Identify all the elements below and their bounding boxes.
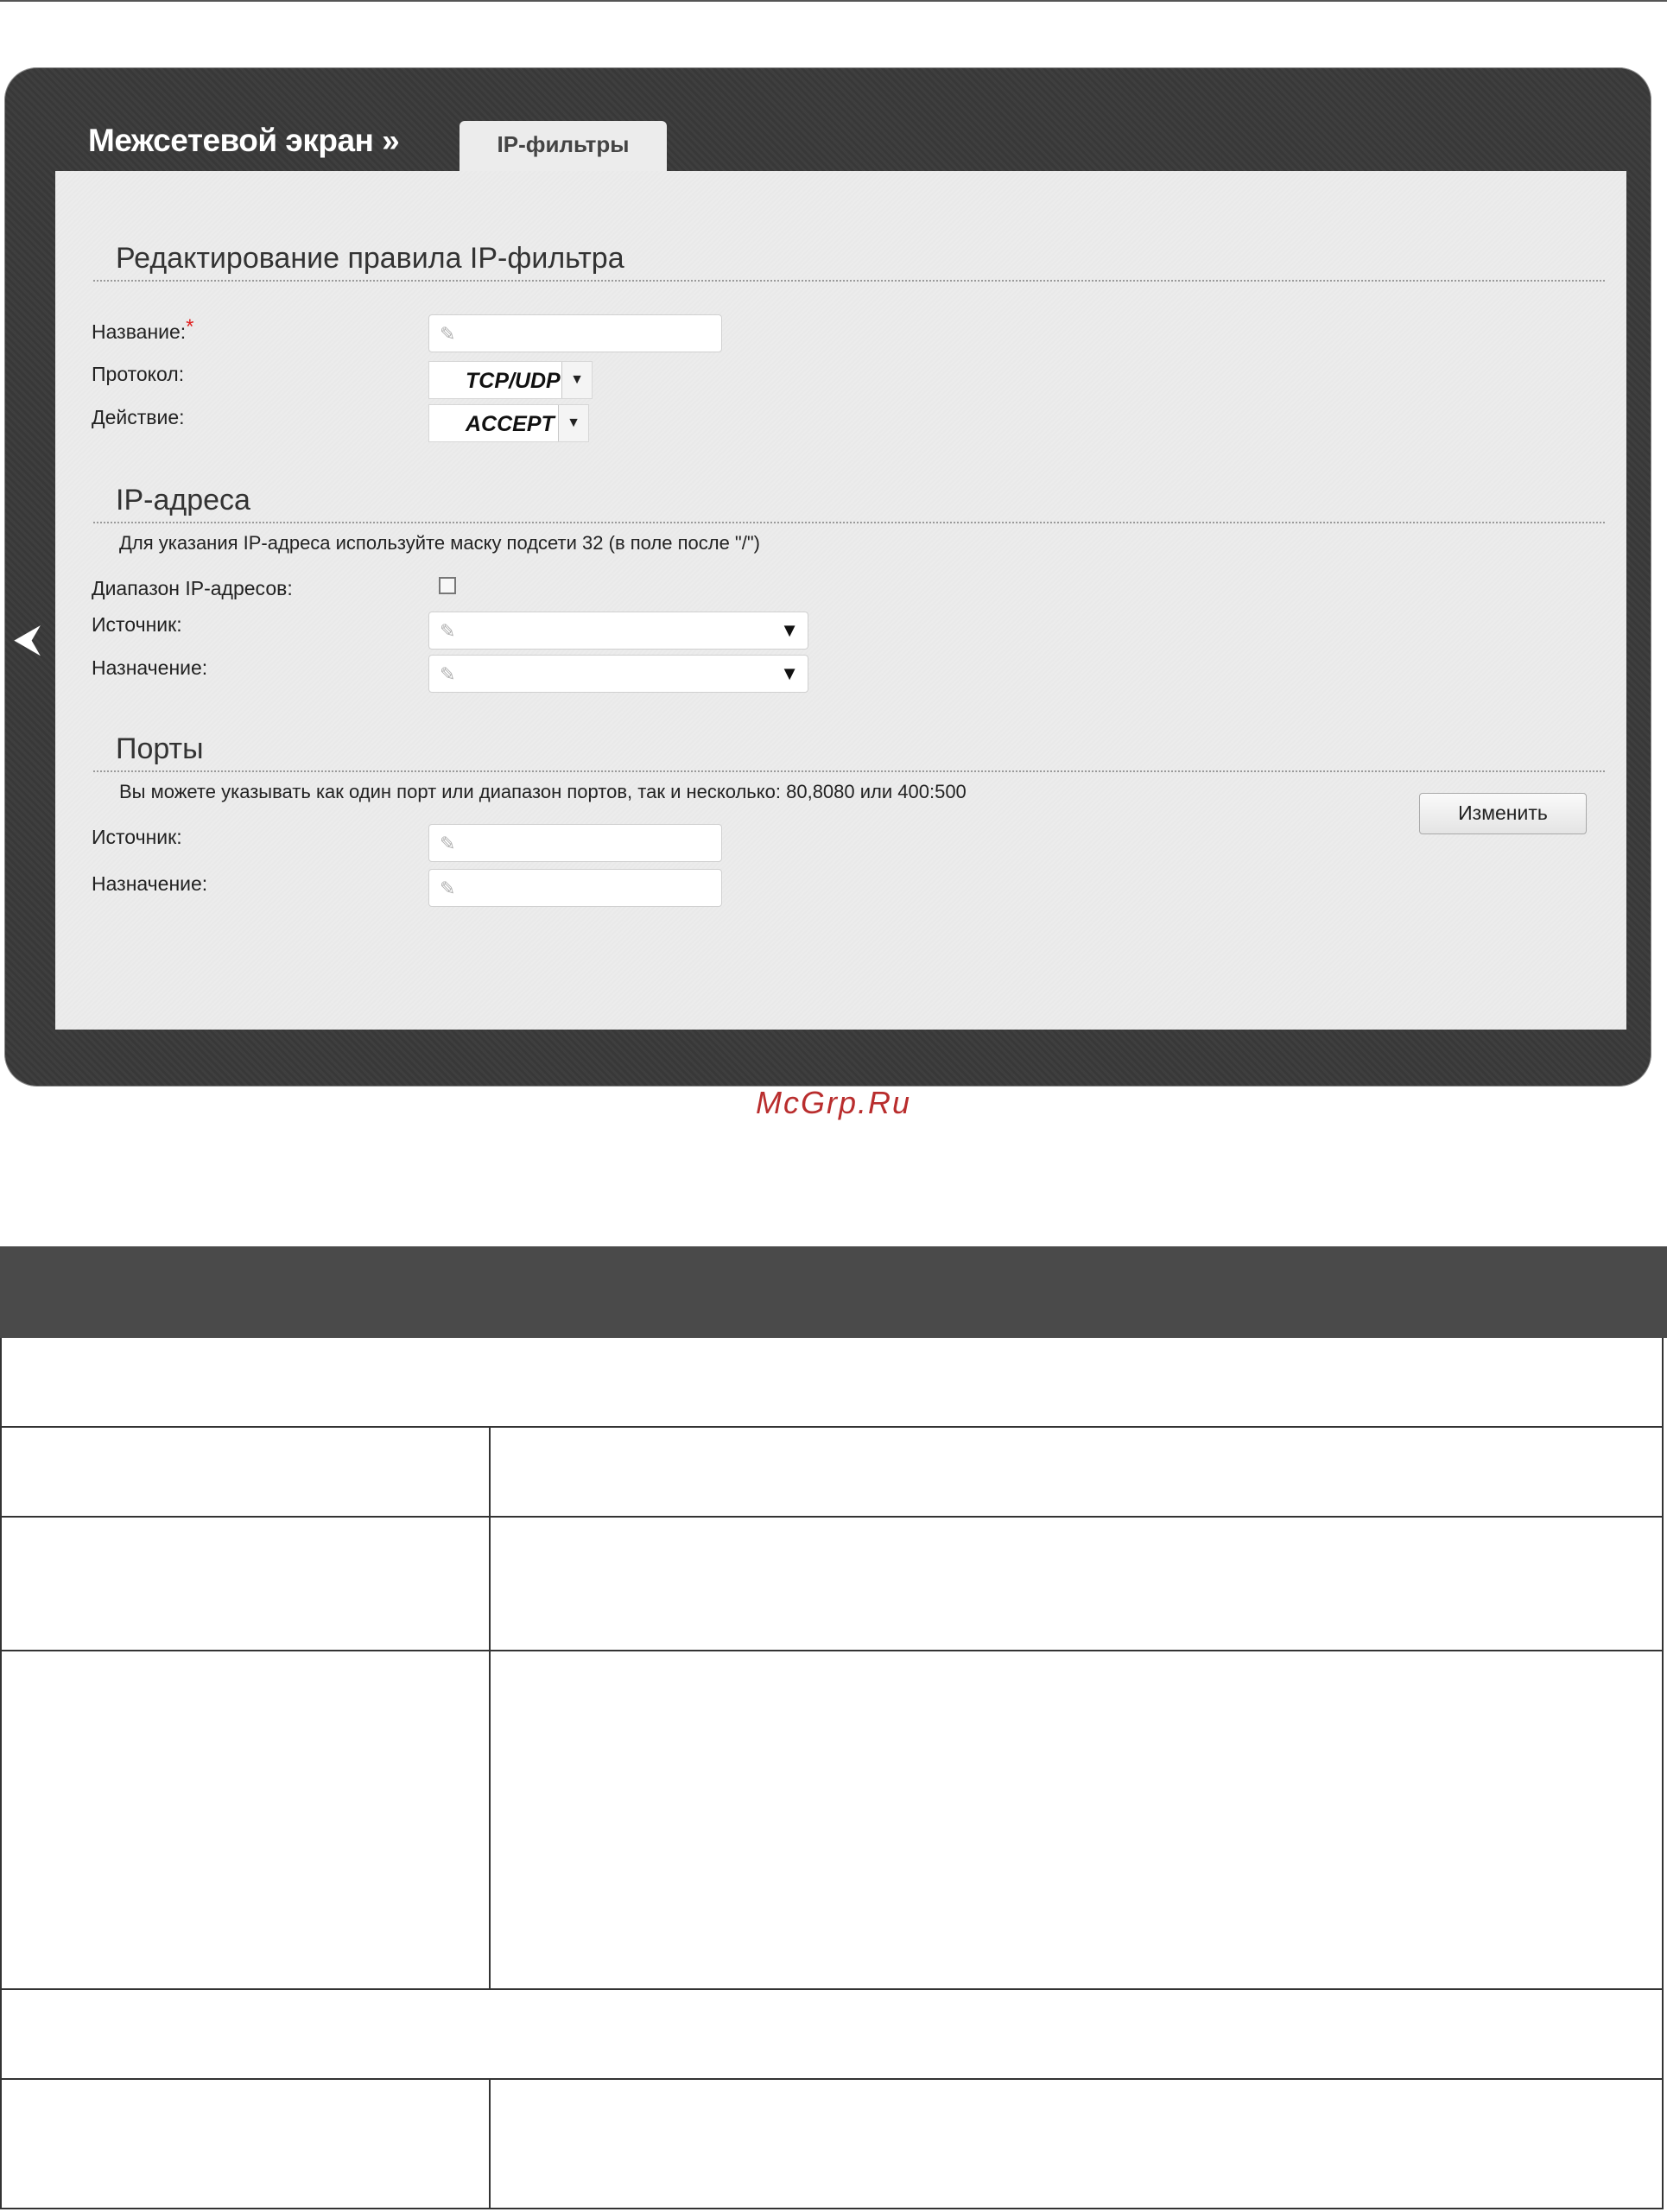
ip-range-label: Диапазон IP-адресов: [92,577,293,599]
table-cell [2,1651,491,1988]
table-row [0,1651,1664,1990]
chevron-left-icon[interactable]: ⮜ [14,620,41,658]
table-cell [2,1428,491,1516]
chevron-down-icon[interactable]: ▼ [780,662,799,685]
port-source-input[interactable]: ✎ [428,824,722,862]
pencil-icon: ✎ [440,620,456,642]
ip-range-checkbox[interactable] [439,577,456,594]
pencil-icon: ✎ [440,663,456,685]
table-cell [2,2080,491,2208]
chevron-down-icon[interactable]: ▼ [780,619,799,642]
breadcrumb[interactable]: Межсетевой экран » [88,123,400,159]
section-title-edit-rule: Редактирование правила IP-фильтра [116,242,624,275]
protocol-select[interactable]: TCP/UDP ▼ [428,361,593,399]
name-input[interactable]: ✎ [428,314,722,352]
top-rule [0,0,1667,2]
table-cell [2,1518,491,1650]
protocol-select-value: TCP/UDP [466,369,561,393]
section-divider [93,522,1605,523]
action-label: Действие: [92,406,185,428]
pencil-icon: ✎ [440,878,456,899]
ip-source-combo[interactable]: ✎ ▼ [428,612,808,650]
port-dest-input[interactable]: ✎ [428,869,722,907]
section-title-ports: Порты [116,732,204,765]
required-mark: * [186,315,194,339]
change-button[interactable]: Изменить [1419,793,1587,834]
ip-source-label: Источник: [92,613,182,636]
pencil-icon: ✎ [440,833,456,854]
chevron-down-icon[interactable]: ▼ [558,405,588,441]
section-divider [93,280,1605,282]
name-label: Название:* [92,315,194,345]
table-row [0,1518,1664,1651]
settings-panel: Редактирование правила IP-фильтра Назван… [55,171,1626,1030]
action-select[interactable]: ACCEPT ▼ [428,404,589,442]
action-select-value: ACCEPT [466,412,555,436]
ip-dest-combo[interactable]: ✎ ▼ [428,655,808,693]
table-header [0,1246,1667,1338]
name-label-text: Название: [92,320,187,343]
tab-ip-filters[interactable]: IP-фильтры [460,121,667,173]
section-title-ip: IP-адреса [116,484,250,517]
port-dest-label: Назначение: [92,872,208,895]
pencil-icon: ✎ [440,323,456,345]
ports-hint: Вы можете указывать как один порт или ди… [119,781,967,802]
table-row [0,1338,1664,1428]
ip-dest-label: Назначение: [92,656,208,679]
port-source-label: Источник: [92,826,182,848]
chevron-down-icon[interactable]: ▼ [561,362,592,398]
watermark: McGrp.Ru [755,1085,912,1120]
table-row [0,1428,1664,1518]
section-divider [93,770,1605,772]
ip-hint: Для указания IP-адреса используйте маску… [119,532,760,554]
table-row [0,2080,1664,2209]
table-row [0,1990,1664,2080]
protocol-label: Протокол: [92,363,185,385]
